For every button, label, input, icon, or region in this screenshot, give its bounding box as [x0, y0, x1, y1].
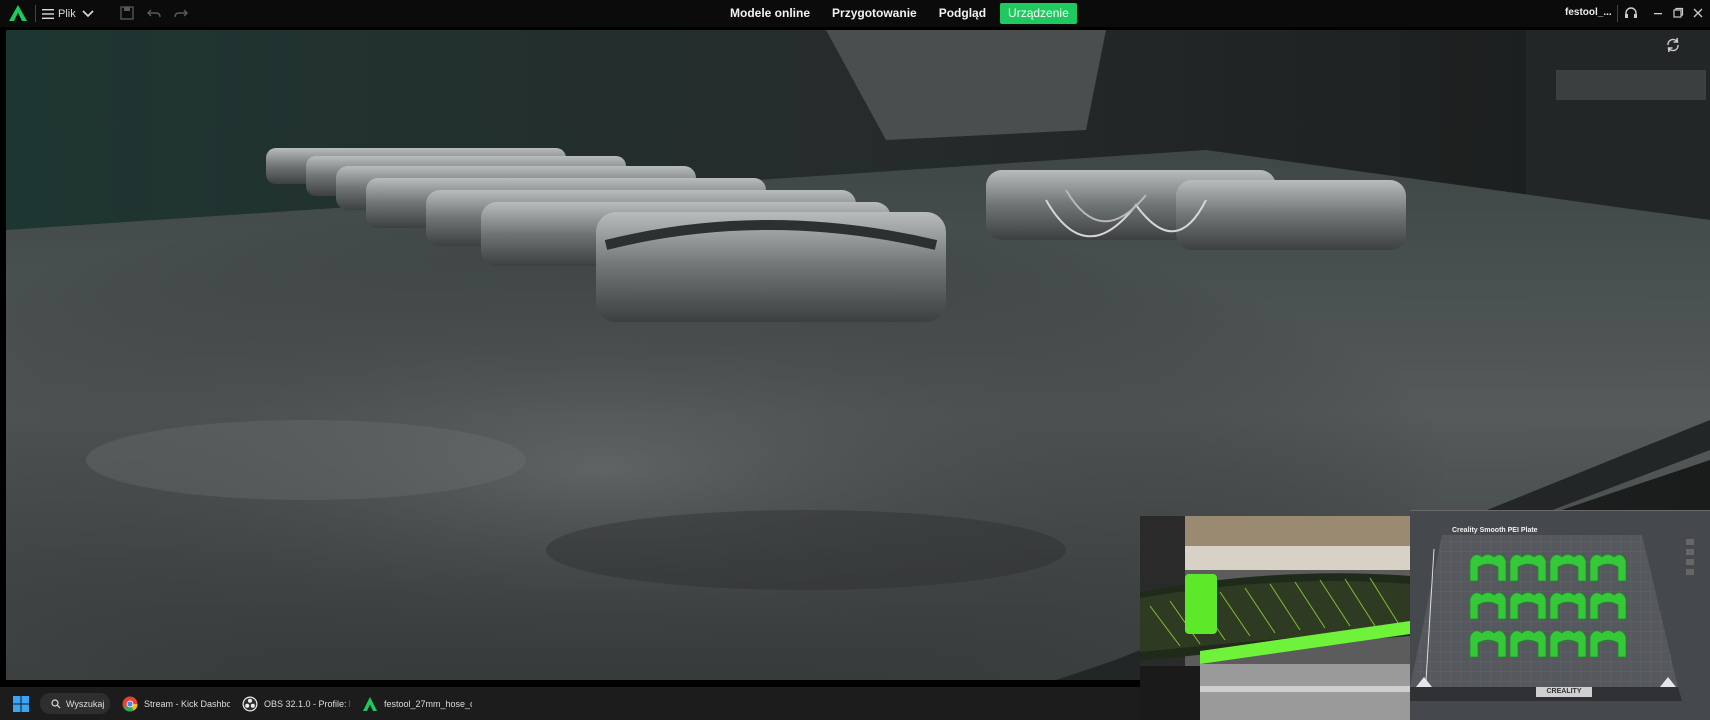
project-file-title: festool_... [1565, 7, 1612, 18]
search-label: Wyszukaj [66, 698, 105, 709]
slicer-preview-overlay: Creality Smooth PEI Plate CREALITY [1410, 510, 1710, 720]
taskbar-item-creality-print[interactable]: festool_27mm_hose_cat [362, 693, 472, 715]
webcam-frame [1140, 516, 1410, 720]
webcam-overlay [1140, 516, 1410, 720]
tab-online-models[interactable]: Modele online [722, 3, 818, 24]
minimize-icon[interactable] [1650, 5, 1666, 21]
taskbar-item-chrome[interactable]: Stream - Kick Dashboard [122, 693, 230, 715]
taskbar-search[interactable]: Wyszukaj [40, 693, 110, 714]
windows-taskbar: Wyszukaj Stream - Kick Dashboard OBS 32.… [0, 687, 1140, 720]
taskbar-item-obs[interactable]: OBS 32.1.0 - Profile: Bez [242, 693, 350, 715]
taskbar-item-label: OBS 32.1.0 - Profile: Bez [264, 699, 350, 709]
hamburger-icon [42, 8, 54, 19]
creality-print-window: Plik Modele online Przygotowanie Podgląd… [0, 0, 1710, 720]
chevron-down-icon[interactable] [80, 5, 96, 21]
file-menu-button[interactable]: Plik [42, 4, 76, 23]
plate-type-label: Creality Smooth PEI Plate [1452, 527, 1538, 534]
divider [1617, 5, 1618, 22]
chrome-icon [122, 696, 138, 712]
taskbar-item-label: Stream - Kick Dashboard [144, 699, 230, 709]
main-nav: Modele online Przygotowanie Podgląd Urzą… [722, 3, 1077, 24]
tab-prepare[interactable]: Przygotowanie [824, 3, 925, 24]
obs-icon [242, 696, 258, 712]
creality-print-icon [363, 697, 377, 711]
divider [35, 5, 36, 22]
taskbar-item-label: festool_27mm_hose_cat [384, 699, 472, 709]
restore-icon[interactable] [1670, 5, 1686, 21]
tab-preview[interactable]: Podgląd [931, 3, 994, 24]
undo-icon[interactable] [146, 5, 162, 21]
tab-device[interactable]: Urządzenie [1000, 3, 1077, 24]
redo-icon[interactable] [173, 5, 189, 21]
headset-support-icon[interactable] [1623, 5, 1639, 21]
title-bar: Plik Modele online Przygotowanie Podgląd… [0, 0, 1710, 27]
refresh-stream-icon[interactable] [1664, 36, 1682, 54]
creality-logo-icon [9, 5, 27, 21]
save-icon[interactable] [119, 5, 135, 21]
windows-start-icon[interactable] [13, 696, 29, 712]
search-icon [51, 698, 61, 708]
file-menu-label: Plik [58, 7, 76, 20]
close-icon[interactable] [1690, 5, 1706, 21]
creality-brand-label: CREALITY [1536, 687, 1592, 697]
